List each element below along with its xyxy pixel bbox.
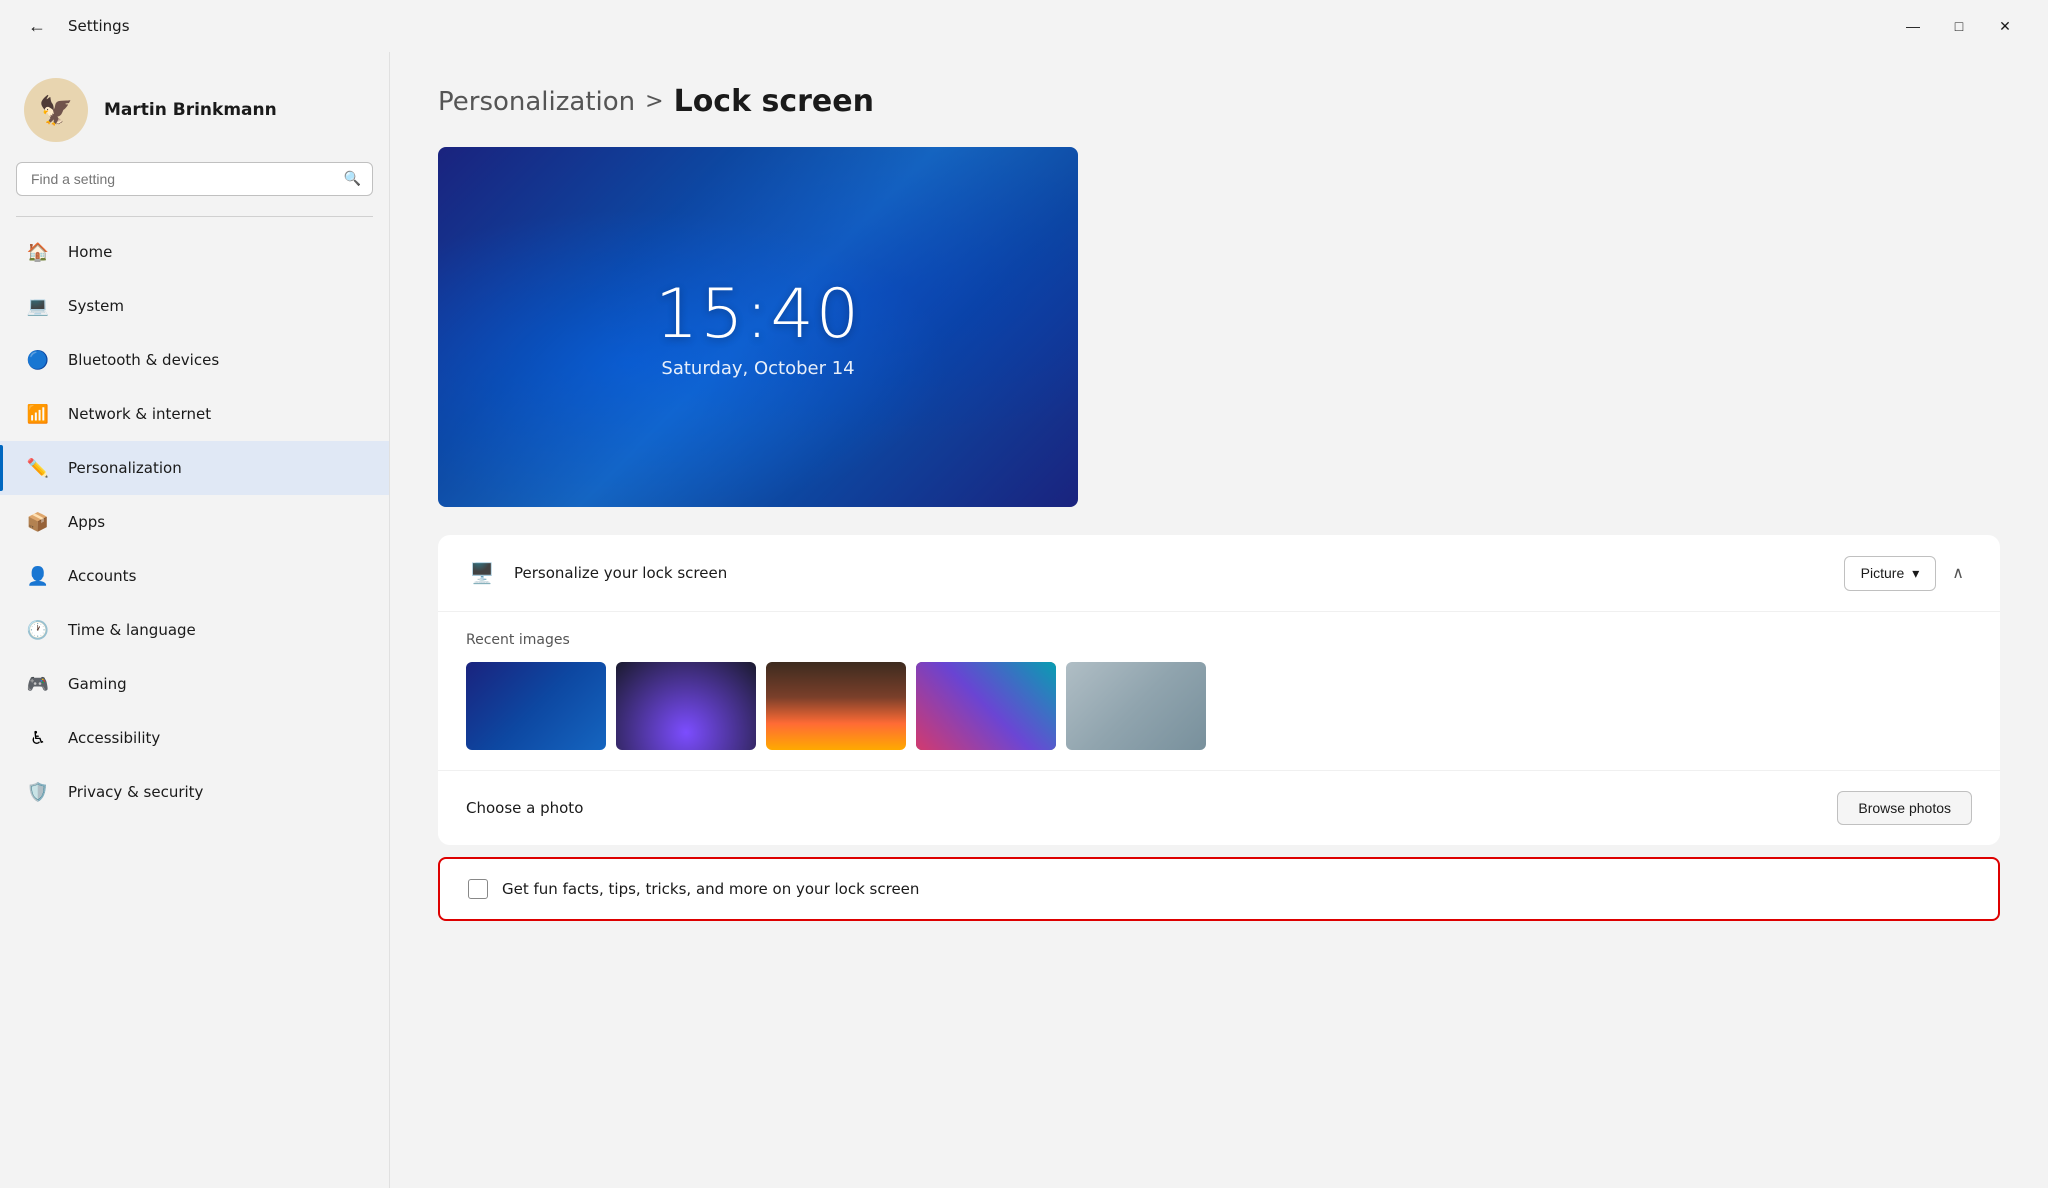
maximize-button[interactable]: □ xyxy=(1936,10,1982,42)
back-button[interactable]: ← xyxy=(20,12,54,41)
sidebar-item-apps[interactable]: 📦 Apps xyxy=(0,495,389,549)
sidebar-label-apps: Apps xyxy=(68,513,105,531)
nav-list: 🏠 Home 💻 System 🔵 Bluetooth & devices 📶 Network… xyxy=(0,225,389,819)
personalize-controls: Picture ▾ ∧ xyxy=(1844,555,1972,591)
user-profile: 🦅 Martin Brinkmann xyxy=(0,62,389,162)
accounts-icon: 👤 xyxy=(24,562,52,590)
breadcrumb-current: Lock screen xyxy=(674,84,874,119)
dropdown-value: Picture xyxy=(1861,565,1905,581)
sidebar-item-home[interactable]: 🏠 Home xyxy=(0,225,389,279)
sidebar-item-bluetooth[interactable]: 🔵 Bluetooth & devices xyxy=(0,333,389,387)
sidebar-item-accounts[interactable]: 👤 Accounts xyxy=(0,549,389,603)
privacy-icon: 🛡️ xyxy=(24,778,52,806)
thumbnail-2[interactable] xyxy=(616,662,756,750)
sidebar-item-accessibility[interactable]: ♿ Accessibility xyxy=(0,711,389,765)
preview-date: Saturday, October 14 xyxy=(661,358,854,379)
sidebar: 🦅 Martin Brinkmann 🔍 🏠 Home 💻 System 🔵 Blueto… xyxy=(0,52,390,1188)
search-input[interactable] xyxy=(16,162,373,196)
search-bar: 🔍 xyxy=(16,162,373,196)
apps-icon: 📦 xyxy=(24,508,52,536)
sidebar-label-system: System xyxy=(68,297,124,315)
sidebar-item-privacy[interactable]: 🛡️ Privacy & security xyxy=(0,765,389,819)
personalize-panel: 🖥️ Personalize your lock screen Picture … xyxy=(438,535,2000,845)
titlebar-left: ← Settings xyxy=(20,12,130,41)
choose-photo-row: Choose a photo Browse photos xyxy=(438,770,2000,845)
thumbnail-4[interactable] xyxy=(916,662,1056,750)
sidebar-item-time[interactable]: 🕐 Time & language xyxy=(0,603,389,657)
lock-screen-icon: 🖥️ xyxy=(466,557,498,589)
sidebar-label-gaming: Gaming xyxy=(68,675,127,693)
sidebar-label-time: Time & language xyxy=(68,621,196,639)
breadcrumb: Personalization > Lock screen xyxy=(438,84,2000,119)
thumbnail-3[interactable] xyxy=(766,662,906,750)
personalize-label: Personalize your lock screen xyxy=(514,564,727,582)
sidebar-label-accounts: Accounts xyxy=(68,567,136,585)
time-icon: 🕐 xyxy=(24,616,52,644)
thumbnail-5[interactable] xyxy=(1066,662,1206,750)
sidebar-label-privacy: Privacy & security xyxy=(68,783,203,801)
accessibility-icon: ♿ xyxy=(24,724,52,752)
personalize-row-left: 🖥️ Personalize your lock screen xyxy=(466,557,727,589)
sidebar-label-accessibility: Accessibility xyxy=(68,729,160,747)
sidebar-label-home: Home xyxy=(68,243,112,261)
choose-photo-label: Choose a photo xyxy=(466,799,583,817)
personalization-icon: ✏️ xyxy=(24,454,52,482)
user-name: Martin Brinkmann xyxy=(104,100,277,120)
sidebar-label-personalization: Personalization xyxy=(68,459,182,477)
network-icon: 📶 xyxy=(24,400,52,428)
search-icon: 🔍 xyxy=(344,171,361,187)
main-content: Personalization > Lock screen 15:40 Satu… xyxy=(390,52,2048,1188)
titlebar-title: Settings xyxy=(68,17,130,35)
preview-time: 15:40 xyxy=(655,275,861,354)
recent-images-section: Recent images xyxy=(438,612,2000,770)
avatar: 🦅 xyxy=(24,78,88,142)
nav-divider xyxy=(16,216,373,217)
sidebar-label-bluetooth: Bluetooth & devices xyxy=(68,351,219,369)
breadcrumb-separator: > xyxy=(645,89,663,114)
sidebar-item-personalization[interactable]: ✏️ Personalization xyxy=(0,441,389,495)
dropdown-arrow-icon: ▾ xyxy=(1912,565,1919,582)
picture-dropdown[interactable]: Picture ▾ xyxy=(1844,556,1937,591)
breadcrumb-parent: Personalization xyxy=(438,87,635,117)
fun-facts-label: Get fun facts, tips, tricks, and more on… xyxy=(502,880,919,898)
app-body: 🦅 Martin Brinkmann 🔍 🏠 Home 💻 System 🔵 Blueto… xyxy=(0,52,2048,1188)
home-icon: 🏠 xyxy=(24,238,52,266)
close-button[interactable]: ✕ xyxy=(1982,10,2028,42)
fun-facts-row[interactable]: Get fun facts, tips, tricks, and more on… xyxy=(438,857,2000,921)
minimize-button[interactable]: — xyxy=(1890,10,1936,42)
personalize-row: 🖥️ Personalize your lock screen Picture … xyxy=(438,535,2000,612)
fun-facts-checkbox[interactable] xyxy=(468,879,488,899)
gaming-icon: 🎮 xyxy=(24,670,52,698)
titlebar: ← Settings — □ ✕ xyxy=(0,0,2048,52)
recent-label: Recent images xyxy=(466,632,1972,648)
browse-photos-button[interactable]: Browse photos xyxy=(1837,791,1972,825)
lock-screen-preview: 15:40 Saturday, October 14 xyxy=(438,147,1078,507)
sidebar-item-network[interactable]: 📶 Network & internet xyxy=(0,387,389,441)
sidebar-label-network: Network & internet xyxy=(68,405,211,423)
sidebar-item-gaming[interactable]: 🎮 Gaming xyxy=(0,657,389,711)
titlebar-controls: — □ ✕ xyxy=(1890,10,2028,42)
bluetooth-icon: 🔵 xyxy=(24,346,52,374)
system-icon: 💻 xyxy=(24,292,52,320)
images-grid xyxy=(466,662,1972,750)
sidebar-item-system[interactable]: 💻 System xyxy=(0,279,389,333)
thumbnail-1[interactable] xyxy=(466,662,606,750)
collapse-button[interactable]: ∧ xyxy=(1944,555,1972,591)
